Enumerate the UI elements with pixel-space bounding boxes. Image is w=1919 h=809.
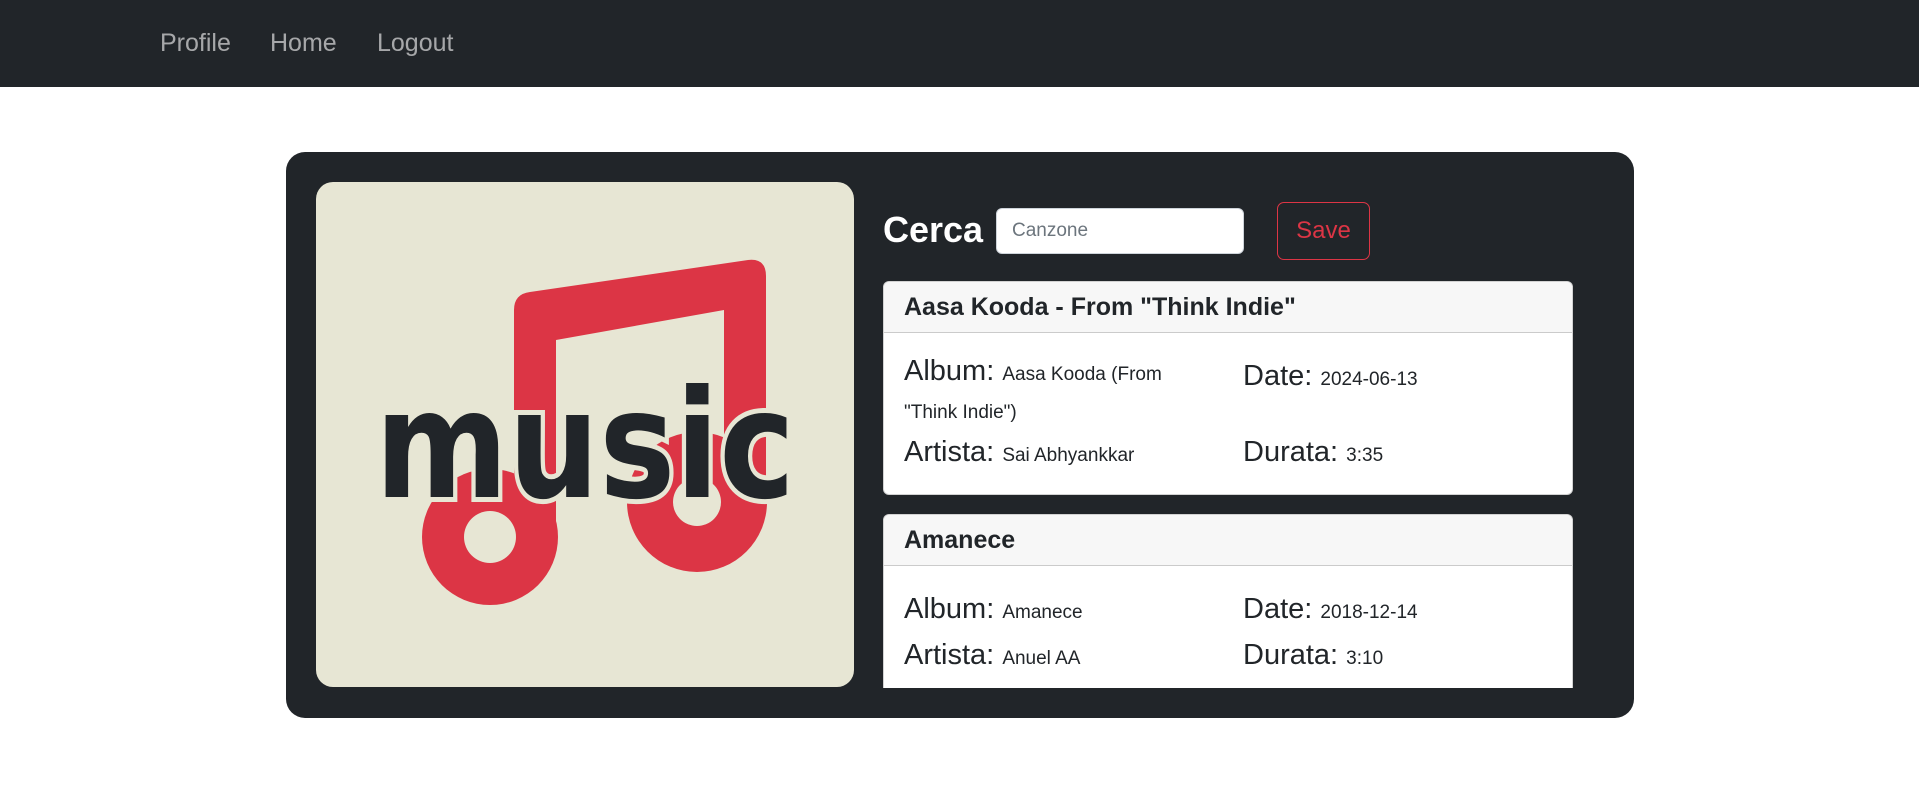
album-label: Album: <box>904 355 995 387</box>
search-input[interactable] <box>996 208 1244 254</box>
nav-profile-link[interactable]: Profile <box>160 28 231 58</box>
artist-value: Sai Abhyankkar <box>1002 445 1135 466</box>
song-title: Amanece <box>884 515 1572 566</box>
duration-field: Durata: 3:10 <box>1243 635 1383 679</box>
artist-label: Artista: <box>904 436 995 468</box>
album-label: Album: <box>904 593 995 625</box>
music-search-panel: music Cerca Save Aasa Kooda - From "Thin… <box>286 152 1634 718</box>
nav-home-link[interactable]: Home <box>270 28 337 58</box>
duration-label: Durata: <box>1243 436 1339 468</box>
song-card[interactable]: Aasa Kooda - From "Think Indie" Album: A… <box>883 281 1573 495</box>
artist-value: Anuel AA <box>1002 648 1081 669</box>
date-label: Date: <box>1243 360 1313 392</box>
date-field: Date: 2024-06-13 <box>1243 356 1418 400</box>
search-label: Cerca <box>883 209 984 250</box>
music-artwork: music <box>316 182 854 687</box>
artist-label: Artista: <box>904 639 995 671</box>
song-card[interactable]: Amanece Album: Amanece Date: 2018-12-14 … <box>883 514 1573 688</box>
album-field: Album: Amanece <box>904 589 1083 633</box>
date-label: Date: <box>1243 593 1313 625</box>
duration-label: Durata: <box>1243 639 1339 671</box>
duration-field: Durata: 3:35 <box>1243 432 1383 476</box>
artwork-text: music <box>375 359 795 533</box>
music-note-icon: music <box>370 259 800 605</box>
top-navbar: Profile Home Logout <box>0 0 1919 87</box>
duration-value: 3:35 <box>1346 445 1384 466</box>
date-field: Date: 2018-12-14 <box>1243 589 1418 633</box>
nav-logout-link[interactable]: Logout <box>377 28 453 58</box>
artist-field: Artista: Sai Abhyankkar <box>904 432 1134 476</box>
album-field: Album: Aasa Kooda (From "Think Indie") <box>904 354 1204 430</box>
album-value: Amanece <box>1002 602 1083 623</box>
results-list[interactable]: Aasa Kooda - From "Think Indie" Album: A… <box>883 281 1573 688</box>
duration-value: 3:10 <box>1346 648 1384 669</box>
date-value: 2018-12-14 <box>1320 602 1418 623</box>
save-button[interactable]: Save <box>1277 202 1370 260</box>
date-value: 2024-06-13 <box>1320 369 1418 390</box>
artist-field: Artista: Anuel AA <box>904 635 1080 679</box>
song-title: Aasa Kooda - From "Think Indie" <box>884 282 1572 333</box>
